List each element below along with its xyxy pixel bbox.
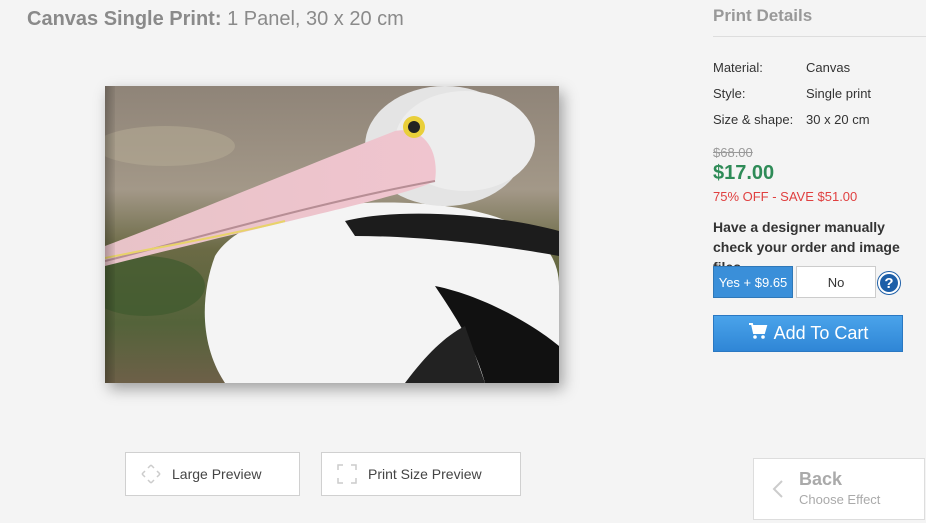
discount-label: 75% OFF - SAVE $51.00 bbox=[713, 189, 858, 204]
detail-key: Material: bbox=[713, 60, 763, 75]
add-to-cart-label: Add To Cart bbox=[773, 323, 869, 343]
page-title-rest: 1 Panel, 30 x 20 cm bbox=[227, 8, 404, 30]
back-sublabel: Choose Effect bbox=[799, 492, 881, 507]
detail-value: Canvas bbox=[806, 60, 851, 75]
cart-icon bbox=[748, 322, 768, 345]
print-size-preview-label: Print Size Preview bbox=[368, 466, 482, 482]
print-size-preview-button[interactable]: Print Size Preview bbox=[321, 452, 521, 496]
sale-price: $17.00 bbox=[713, 162, 775, 184]
detail-value: 30 x 20 cm bbox=[806, 112, 870, 127]
canvas-edge bbox=[105, 86, 115, 383]
page-title: Canvas Single Print: 1 Panel, 30 x 20 cm bbox=[27, 8, 404, 31]
canvas-print-preview bbox=[105, 86, 559, 383]
expand-icon bbox=[140, 463, 162, 485]
large-preview-label: Large Preview bbox=[172, 466, 262, 482]
detail-key: Size & shape: bbox=[713, 112, 794, 127]
divider bbox=[713, 36, 926, 37]
help-icon[interactable]: ? bbox=[878, 272, 900, 294]
pelican-photo bbox=[105, 86, 559, 383]
original-price: $68.00 bbox=[713, 145, 753, 160]
detail-value: Single print bbox=[806, 86, 872, 101]
back-label: Back bbox=[799, 469, 843, 489]
crop-frame-icon bbox=[336, 463, 358, 485]
detail-key: Style: bbox=[713, 86, 746, 101]
large-preview-button[interactable]: Large Preview bbox=[125, 452, 300, 496]
page-title-bold: Canvas Single Print: bbox=[27, 8, 222, 30]
add-to-cart-button[interactable]: Add To Cart bbox=[713, 315, 903, 352]
designer-yes-button[interactable]: Yes + $9.65 bbox=[713, 266, 793, 298]
chevron-left-icon bbox=[772, 479, 784, 504]
print-details-heading: Print Details bbox=[713, 6, 813, 25]
designer-no-button[interactable]: No bbox=[796, 266, 876, 298]
back-button[interactable]: Back Choose Effect bbox=[753, 458, 925, 520]
